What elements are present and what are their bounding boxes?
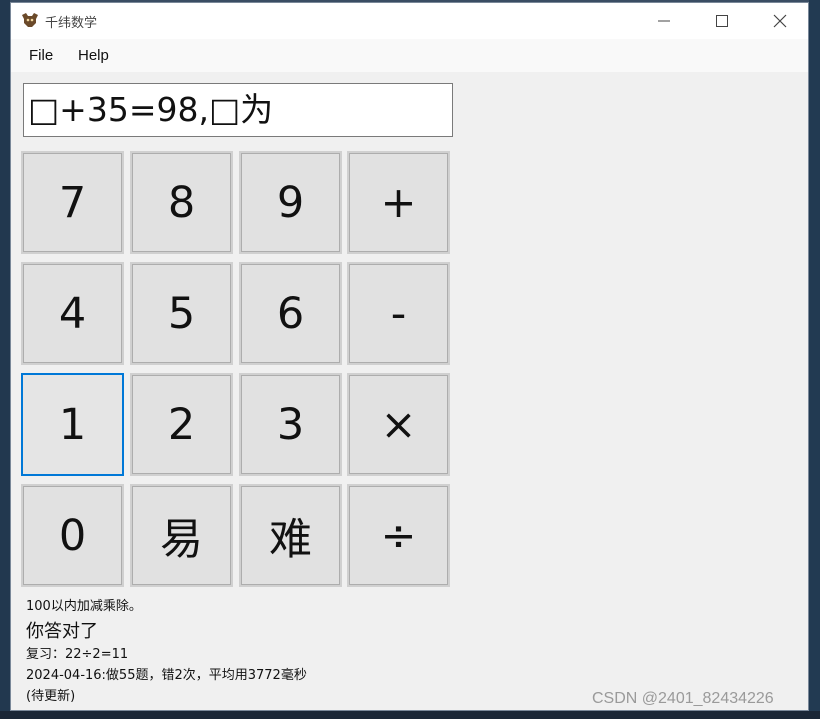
result-label: 你答对了 <box>26 621 98 642</box>
key-1[interactable]: 1 <box>21 373 124 476</box>
key-9[interactable]: 9 <box>239 151 342 254</box>
watermark: CSDN @2401_82434226 <box>592 690 774 707</box>
key-minus[interactable]: - <box>347 262 450 365</box>
key-0[interactable]: 0 <box>21 484 124 587</box>
scope-label: 100以内加减乘除。 <box>26 599 142 614</box>
window-title: 千纬数学 <box>45 16 98 31</box>
pending-label: (待更新) <box>26 689 76 704</box>
stats-label: 2024-04-16:做55题，错2次，平均用3772毫秒 <box>26 668 307 683</box>
key-7[interactable]: 7 <box>21 151 124 254</box>
key-divide[interactable]: ÷ <box>347 484 450 587</box>
close-button[interactable] <box>751 3 808 39</box>
maximize-icon <box>716 15 728 27</box>
menu-help[interactable]: Help <box>78 47 109 64</box>
key-3[interactable]: 3 <box>239 373 342 476</box>
background-editor-left <box>0 0 10 719</box>
key-plus[interactable]: + <box>347 151 450 254</box>
key-multiply[interactable]: × <box>347 373 450 476</box>
menu-file[interactable]: File <box>29 47 53 64</box>
maximize-button[interactable] <box>693 3 751 39</box>
review-label: 复习：22÷2=11 <box>26 647 129 662</box>
background-editor-right <box>809 0 820 719</box>
menu-bar: File Help <box>11 39 808 72</box>
key-6[interactable]: 6 <box>239 262 342 365</box>
key-5[interactable]: 5 <box>130 262 233 365</box>
minimize-button[interactable] <box>635 3 693 39</box>
close-icon <box>773 14 787 28</box>
minimize-icon <box>658 20 670 22</box>
background-editor-bottom <box>0 711 820 719</box>
app-window: 千纬数学 File Help □+35=98,□为 7 8 9 + 4 5 6 … <box>10 2 809 711</box>
app-logo-icon <box>22 13 38 27</box>
key-hard[interactable]: 难 <box>239 484 342 587</box>
key-easy[interactable]: 易 <box>130 484 233 587</box>
question-display[interactable]: □+35=98,□为 <box>23 83 453 137</box>
title-bar[interactable]: 千纬数学 <box>11 3 808 39</box>
key-2[interactable]: 2 <box>130 373 233 476</box>
key-4[interactable]: 4 <box>21 262 124 365</box>
key-8[interactable]: 8 <box>130 151 233 254</box>
